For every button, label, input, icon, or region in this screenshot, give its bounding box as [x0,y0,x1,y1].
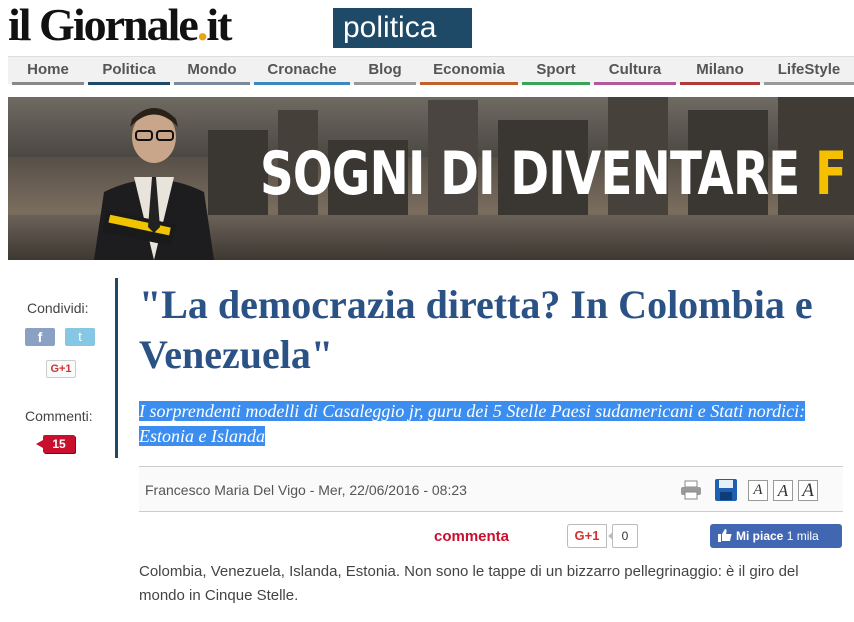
nav-label: Mondo [187,61,237,78]
nav-item-economia[interactable]: Economia [420,57,518,85]
facebook-like-button[interactable]: Mi piace 1 mila [710,524,842,548]
nav-underline [12,82,84,85]
fb-like-label: Mi piace [736,529,784,543]
nav-underline [174,82,250,85]
nav-item-milano[interactable]: Milano [680,57,760,85]
nav-label: Milano [696,61,744,78]
banner-headline: SOGNI DI DIVENTARE [260,139,815,209]
font-size-small-button[interactable]: A [748,480,768,501]
masthead: il Giornale.it politica [8,0,854,50]
article-subtitle: I sorprendenti modelli di Casaleggio jr,… [139,399,839,449]
font-size-medium-button[interactable]: A [773,480,793,501]
nav-label: Blog [368,61,402,78]
thumbs-up-icon [718,529,732,542]
nav-label: Economia [433,61,505,78]
site-logo[interactable]: il Giornale.it [8,0,232,50]
article-body: Colombia, Venezuela, Islanda, Estonia. N… [139,563,799,604]
facebook-share-button[interactable]: f [25,328,55,346]
gplus-share-button[interactable]: G+1 [46,360,76,378]
nav-underline [594,82,676,85]
comments-count-badge[interactable]: 15 [36,435,75,453]
logo-dot: . [196,0,208,50]
share-label: Condividi: [27,300,89,316]
nav-item-sport[interactable]: Sport [522,57,590,85]
fb-like-count: 1 mila [786,529,819,543]
nav-item-lifestyle[interactable]: LifeStyle [764,57,854,85]
nav-underline [764,82,854,85]
main-nav: Home Politica Mondo Cronache Blog Econom… [8,56,854,85]
nav-underline [254,82,350,85]
nav-label: LifeStyle [777,61,841,78]
share-sidebar: Condividi: f t G+1 Commenti: 15 [8,278,118,458]
nav-item-home[interactable]: Home [12,57,84,85]
article-subtitle-text: I sorprendenti modelli di Casaleggio jr,… [139,401,806,446]
author-date: Francesco Maria Del Vigo - Mer, 22/06/20… [145,482,467,498]
nav-underline [680,82,760,85]
logo-main: il Giornale [8,0,199,50]
nav-label: Home [27,61,69,78]
gplus-count: 0 [608,524,638,548]
facebook-icon: f [37,329,43,345]
nav-label: Politica [102,61,156,78]
banner-headline-tail: F [814,139,847,209]
nav-label: Sport [536,61,576,78]
nav-item-politica[interactable]: Politica [88,57,170,85]
twitter-share-button[interactable]: t [65,328,95,346]
nav-item-blog[interactable]: Blog [354,57,416,85]
nav-item-mondo[interactable]: Mondo [174,57,250,85]
nav-label: Cronache [267,61,337,78]
gplus-plusone-button[interactable]: G+1 [567,524,607,548]
save-icon[interactable] [714,478,738,502]
nav-underline [420,82,518,85]
font-size-large-button[interactable]: A [798,480,818,501]
nav-underline [88,82,170,85]
twitter-icon: t [78,329,82,344]
banner-ad[interactable]: SOGNI DI DIVENTARE F [8,97,854,260]
nav-item-cultura[interactable]: Cultura [594,57,676,85]
article-meta-bar: Francesco Maria Del Vigo - Mer, 22/06/20… [139,466,843,512]
nav-underline [522,82,590,85]
banner-text: SOGNI DI DIVENTARE F [260,139,847,209]
nav-label: Cultura [608,61,662,78]
comments-label: Commenti: [25,408,93,424]
nav-underline [354,82,416,85]
print-icon[interactable] [680,480,702,500]
article-headline: "La democrazia diretta? In Colombia e Ve… [139,282,813,377]
businessman-illustration [94,108,214,260]
comment-link[interactable]: commenta [434,528,509,545]
nav-item-cronache[interactable]: Cronache [254,57,350,85]
section-badge[interactable]: politica [333,8,472,48]
logo-tld: it [206,0,232,50]
